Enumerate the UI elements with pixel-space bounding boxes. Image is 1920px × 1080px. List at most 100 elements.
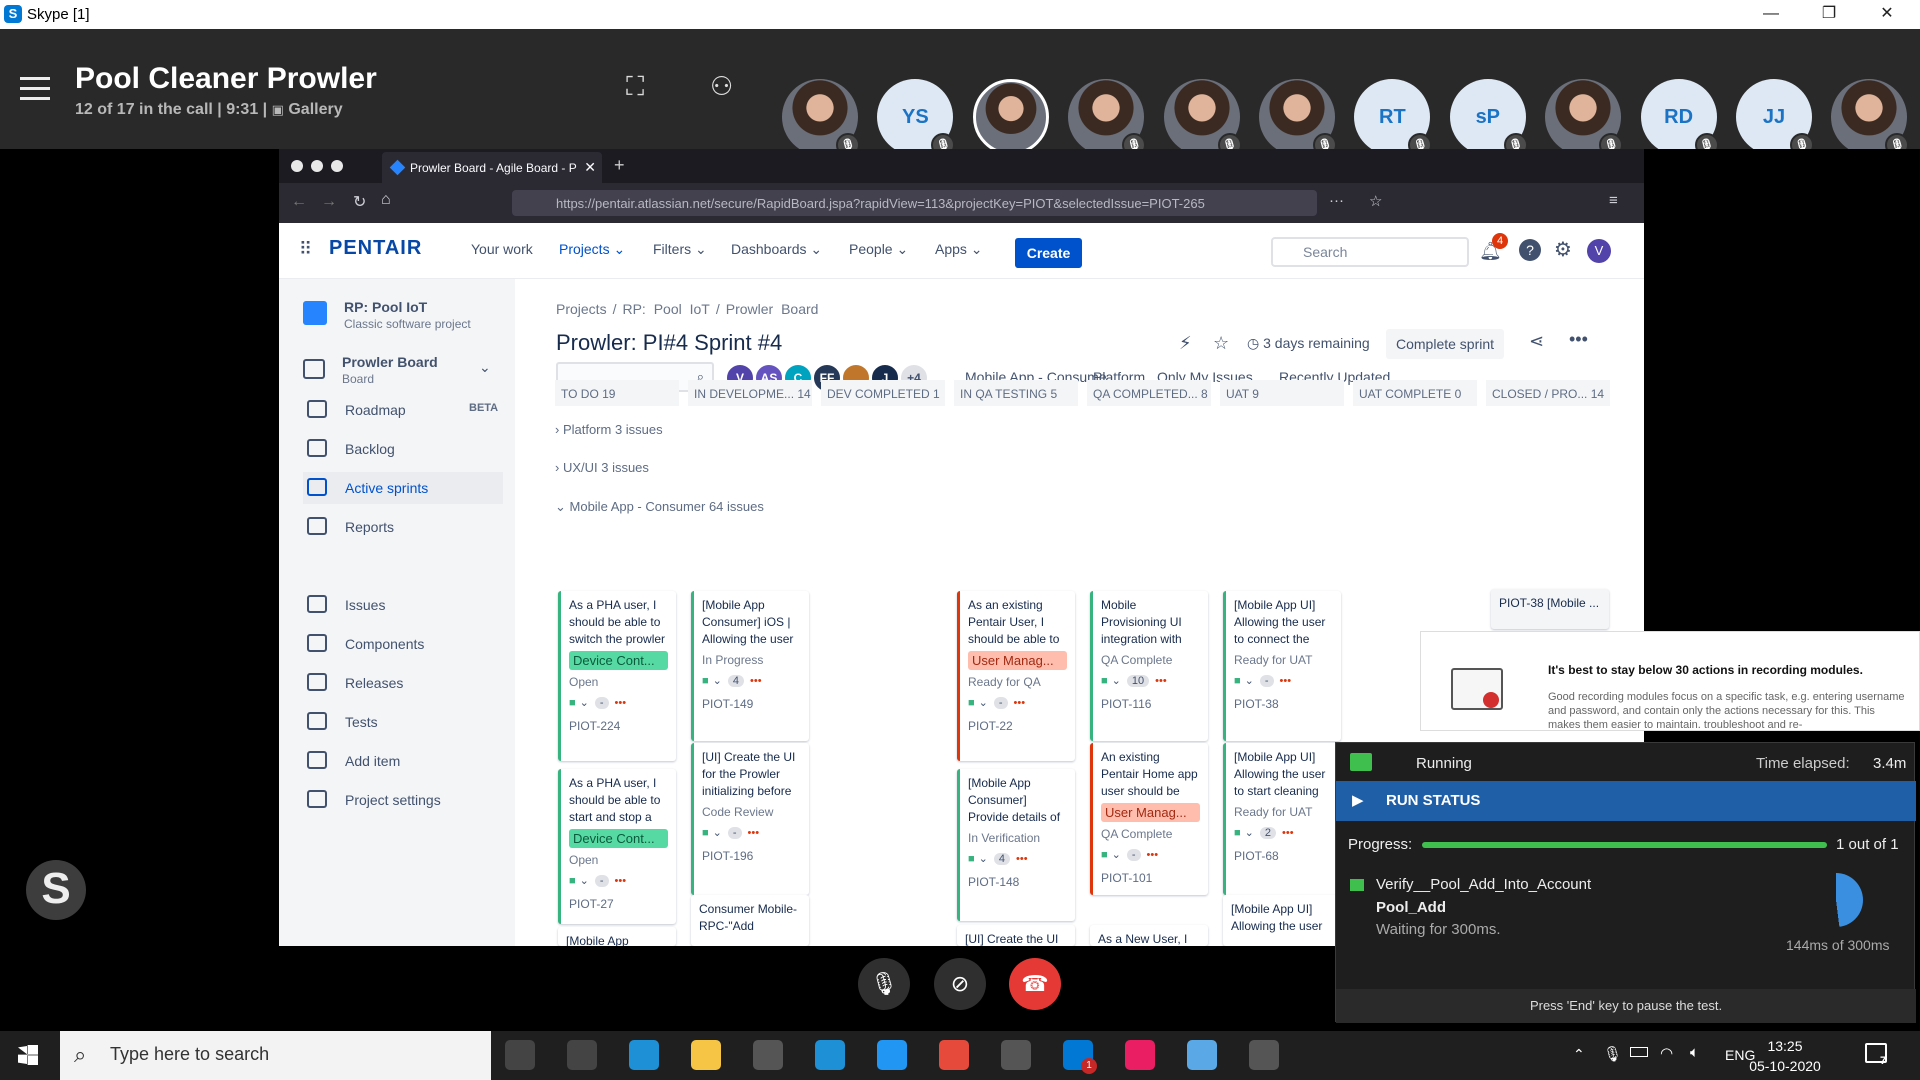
view-mode[interactable]: Gallery [288, 101, 342, 118]
nav-item-0[interactable]: Your work [471, 241, 533, 257]
bookmark-star-icon[interactable]: ☆ [1369, 192, 1382, 210]
participant-avatar[interactable]: 🎙︎ [1163, 79, 1242, 157]
nav-item-5[interactable]: Apps ⌄ [935, 241, 983, 258]
mic-muted-icon[interactable]: 🎙︎ [858, 958, 910, 1010]
sidebar-item[interactable]: Project settings [303, 784, 503, 816]
more-actions-icon[interactable]: ••• [1569, 329, 1588, 350]
sidebar-item[interactable]: Active sprints [303, 472, 503, 504]
issue-card[interactable]: As a New User, I [1090, 925, 1208, 946]
minimize-button[interactable]: — [1748, 0, 1794, 29]
nav-item-1[interactable]: Projects ⌄ [559, 241, 625, 258]
issue-card[interactable]: Consumer Mobile-RPC-"Add [691, 895, 809, 946]
back-icon[interactable]: ← [291, 193, 307, 211]
skype-icon[interactable]: 1 [1063, 1040, 1097, 1074]
swimlane-header[interactable]: ⌄ Mobile App - Consumer 64 issues [555, 499, 764, 515]
wifi-icon[interactable]: ◠ [1660, 1044, 1673, 1062]
issue-card[interactable]: Mobile Provisioning UI integration with Q… [1090, 591, 1208, 741]
board-switch-chevron-icon[interactable]: ⌄ [479, 359, 491, 376]
participant-avatar[interactable]: YS 🎙︎ [877, 79, 956, 157]
app-switcher-icon[interactable]: ⠿ [299, 239, 312, 260]
issue-card[interactable]: PIOT-38 [Mobile ... [1491, 589, 1609, 629]
participant-avatar[interactable]: 🎙︎ [1831, 79, 1910, 157]
sidebar-item[interactable]: Backlog [303, 433, 503, 465]
breadcrumb-item[interactable]: Projects [556, 301, 607, 317]
menu-icon[interactable] [20, 77, 52, 103]
issue-card[interactable]: [Mobile App UI] Allowing the user to sta… [1223, 743, 1341, 895]
issue-card[interactable]: As an existing Pentair User, I should be… [957, 591, 1075, 761]
breadcrumb-item[interactable]: Prowler Board [726, 301, 819, 317]
screen-share-icon[interactable]: ⛶ [626, 71, 644, 103]
new-tab-button[interactable]: + [614, 155, 625, 176]
issue-key[interactable]: PIOT-224 [569, 718, 668, 735]
complete-sprint-button[interactable]: Complete sprint [1386, 329, 1505, 359]
edge-icon[interactable] [629, 1040, 659, 1070]
mail-icon[interactable] [815, 1040, 845, 1070]
issue-card[interactable]: [Mobile App UI] Allowing the user [1223, 895, 1341, 946]
breadcrumb-item[interactable]: RP: Pool IoT [622, 301, 709, 317]
video-off-icon[interactable]: ⊘ [934, 958, 986, 1010]
issue-key[interactable]: PIOT-149 [702, 696, 801, 713]
sidebar-item[interactable]: Reports [303, 511, 503, 543]
swimlane-header[interactable]: › Platform 3 issues [555, 422, 663, 437]
participant-avatar[interactable]: 🎙︎ [1068, 79, 1147, 157]
close-button[interactable]: ✕ [1864, 0, 1910, 29]
search-input[interactable]: Search [1271, 237, 1469, 267]
help-icon[interactable]: ? [1519, 239, 1541, 261]
participant-avatar[interactable]: sP 🎙︎ [1449, 79, 1528, 157]
url-bar[interactable]: https://pentair.atlassian.net/secure/Rap… [512, 190, 1317, 216]
board-name[interactable]: Prowler Board [342, 354, 438, 370]
app-icon[interactable] [1187, 1040, 1217, 1070]
issue-key[interactable]: PIOT-38 [1234, 696, 1333, 713]
nav-item-3[interactable]: Dashboards ⌄ [731, 241, 822, 258]
chrome-icon[interactable] [939, 1040, 969, 1070]
participant-avatar[interactable]: RD 🎙︎ [1640, 79, 1719, 157]
issue-key[interactable]: PIOT-68 [1234, 848, 1333, 865]
user-avatar[interactable]: V [1587, 239, 1611, 263]
mic-tray-icon[interactable]: 🎙︎ [1603, 1045, 1622, 1063]
issue-card[interactable]: [Mobile App Consumer] iOS | Allowing the… [691, 591, 809, 741]
issue-card[interactable]: [UI] Create the UI for the Prowler initi… [691, 743, 809, 895]
issue-key[interactable]: PIOT-27 [569, 896, 668, 913]
issue-key[interactable]: PIOT-101 [1101, 870, 1200, 887]
app-icon[interactable] [877, 1040, 907, 1070]
sidebar-item[interactable]: Add item [303, 745, 503, 777]
participant-avatar[interactable]: 🎙︎ [1545, 79, 1624, 157]
participant-avatar[interactable]: 🎙︎ [782, 79, 860, 157]
tray-chevron-icon[interactable]: ⌃ [1573, 1046, 1585, 1063]
start-icon[interactable] [18, 1045, 38, 1065]
home-icon[interactable]: ⌂ [381, 191, 391, 209]
app-menu-icon[interactable]: ≡ [1609, 192, 1618, 209]
settings-gear-icon[interactable]: ⚙ [1554, 237, 1572, 262]
participant-avatar[interactable]: RT 🎙︎ [1354, 79, 1433, 157]
issue-key[interactable]: PIOT-22 [968, 718, 1067, 735]
cortana-icon[interactable] [505, 1040, 535, 1070]
issue-key[interactable]: PIOT-196 [702, 848, 801, 865]
participant-avatar[interactable]: JJ 🎙︎ [1736, 79, 1814, 157]
issue-card[interactable]: As a PHA user, I should be able to switc… [558, 591, 676, 761]
brand-logo[interactable]: PENTAIR [329, 237, 422, 260]
task-view-icon[interactable] [567, 1040, 597, 1070]
volume-icon[interactable]: 🔈︎ [1690, 1044, 1699, 1061]
forward-icon[interactable]: → [321, 193, 337, 211]
swimlane-header[interactable]: › UX/UI 3 issues [555, 460, 649, 475]
project-name[interactable]: RP: Pool IoT [344, 299, 427, 315]
file-explorer-icon[interactable] [691, 1040, 721, 1070]
release-icon[interactable]: ⚡︎ [1179, 333, 1192, 354]
sidebar-item[interactable]: Releases [303, 667, 503, 699]
sidebar-item[interactable]: Components [303, 628, 503, 660]
taskbar-search-input[interactable]: ⌕ Type here to search [60, 1031, 491, 1080]
add-participant-icon[interactable]: ⚇ [710, 71, 733, 102]
issue-card[interactable]: An existing Pentair Home app user should… [1090, 743, 1208, 895]
run-status-bar[interactable]: ▶ RUN STATUS [1336, 781, 1916, 821]
browser-tab[interactable]: Prowler Board - Agile Board - P ✕ [382, 152, 602, 183]
issue-card[interactable]: [Mobile App UI] Allowing the user to con… [1223, 591, 1341, 741]
tool-icon[interactable] [1001, 1040, 1031, 1070]
clock[interactable]: 13:25 05-10-2020 [1740, 1036, 1830, 1076]
participant-avatar[interactable]: 🎙︎ [1259, 79, 1337, 157]
issue-key[interactable]: PIOT-148 [968, 874, 1067, 891]
battery-icon[interactable] [1630, 1047, 1648, 1057]
share-icon[interactable]: ⋖ [1529, 331, 1544, 352]
sidebar-item[interactable]: Issues [303, 589, 503, 621]
nav-item-2[interactable]: Filters ⌄ [653, 241, 707, 258]
app-icon[interactable] [1249, 1040, 1279, 1070]
